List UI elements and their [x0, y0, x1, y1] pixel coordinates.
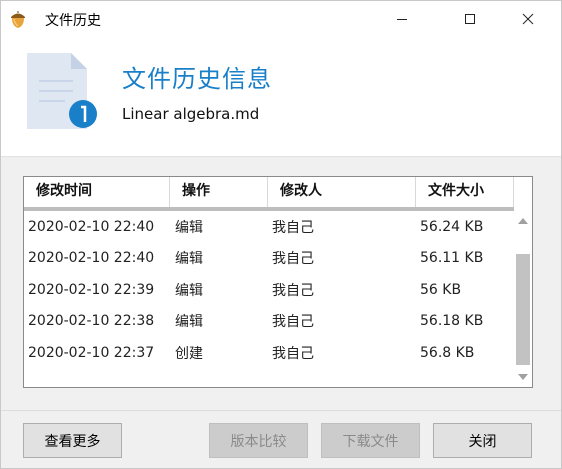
- cell-user: 我自己: [272, 282, 314, 299]
- minimize-button[interactable]: [379, 1, 425, 37]
- title-bar[interactable]: 文件历史: [1, 1, 561, 37]
- cell-user: 我自己: [272, 219, 314, 236]
- cell-size: 56.8 KB: [420, 344, 475, 361]
- column-header-operation[interactable]: 操作: [170, 177, 268, 207]
- cell-operation: 编辑: [175, 282, 203, 299]
- scrollbar-thumb[interactable]: [516, 254, 530, 365]
- view-more-button[interactable]: 查看更多: [23, 423, 122, 458]
- cell-time: 2020-02-10 22:40: [28, 250, 155, 267]
- cell-user: 我自己: [272, 314, 314, 331]
- cell-operation: 编辑: [175, 219, 203, 236]
- cell-size: 56.18 KB: [420, 313, 484, 330]
- file-history-window: 文件历史 文件历史信息 Linear algebra.md 修改时间 操作 修改…: [0, 0, 562, 469]
- compare-versions-button[interactable]: 版本比较: [209, 423, 308, 458]
- scroll-up-button[interactable]: [514, 211, 532, 231]
- cell-time: 2020-02-10 22:37: [28, 344, 155, 361]
- acorn-icon: [11, 11, 25, 28]
- minimize-icon: [397, 19, 407, 20]
- maximize-icon: [465, 14, 475, 24]
- cell-time: 2020-02-10 22:38: [28, 313, 155, 330]
- history-list[interactable]: 修改时间 操作 修改人 文件大小 2020-02-10 22:40 编辑 我自己…: [23, 176, 533, 388]
- maximize-button[interactable]: [447, 1, 493, 37]
- close-button[interactable]: 关闭: [433, 423, 532, 458]
- triangle-down-icon: [518, 374, 528, 380]
- cell-size: 56.11 KB: [420, 250, 484, 267]
- table-row[interactable]: 2020-02-10 22:40 编辑 我自己 56.24 KB: [24, 211, 514, 243]
- column-header-size[interactable]: 文件大小: [416, 177, 514, 207]
- cell-time: 2020-02-10 22:40: [28, 218, 155, 235]
- window-title: 文件历史: [45, 13, 101, 29]
- cell-size: 56 KB: [420, 281, 462, 298]
- content-area: 修改时间 操作 修改人 文件大小 2020-02-10 22:40 编辑 我自己…: [1, 156, 561, 410]
- footer-bar: 查看更多 版本比较 下载文件 关闭: [1, 410, 561, 468]
- cell-size: 56.24 KB: [420, 218, 484, 235]
- download-file-button[interactable]: 下载文件: [321, 423, 420, 458]
- scroll-down-button[interactable]: [514, 367, 532, 387]
- triangle-up-icon: [518, 218, 528, 224]
- cell-operation: 编辑: [175, 251, 203, 268]
- column-header-user[interactable]: 修改人: [268, 177, 416, 207]
- cell-time: 2020-02-10 22:39: [28, 281, 155, 298]
- page-title: 文件历史信息: [122, 65, 272, 93]
- list-rows: 2020-02-10 22:40 编辑 我自己 56.24 KB 2020-02…: [24, 211, 514, 369]
- column-header-time[interactable]: 修改时间: [24, 177, 170, 207]
- cell-operation: 创建: [175, 345, 203, 362]
- vertical-scrollbar[interactable]: [514, 211, 532, 387]
- cell-user: 我自己: [272, 345, 314, 362]
- table-row[interactable]: 2020-02-10 22:38 编辑 我自己 56.18 KB: [24, 306, 514, 338]
- document-history-icon: [27, 53, 97, 129]
- header-section: 文件历史信息 Linear algebra.md: [1, 37, 561, 156]
- table-row[interactable]: 2020-02-10 22:39 编辑 我自己 56 KB: [24, 274, 514, 306]
- list-header: 修改时间 操作 修改人 文件大小: [24, 177, 514, 207]
- table-row[interactable]: 2020-02-10 22:37 创建 我自己 56.8 KB: [24, 337, 514, 369]
- cell-user: 我自己: [272, 251, 314, 268]
- table-row[interactable]: 2020-02-10 22:40 编辑 我自己 56.11 KB: [24, 243, 514, 275]
- close-icon: [522, 13, 534, 25]
- file-name: Linear algebra.md: [122, 105, 260, 123]
- close-window-button[interactable]: [505, 1, 551, 37]
- cell-operation: 编辑: [175, 314, 203, 331]
